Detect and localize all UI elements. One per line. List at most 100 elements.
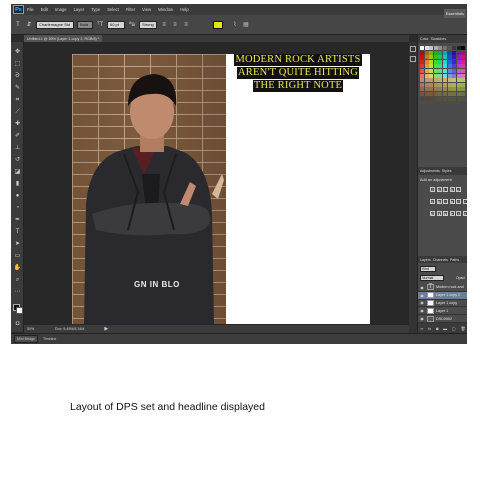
swatch-cell[interactable] [461, 82, 466, 87]
swatch-cell[interactable] [443, 59, 447, 64]
tab-layers[interactable]: Layers [420, 258, 431, 262]
swatch-cell[interactable] [429, 78, 434, 83]
pen-tool-icon[interactable]: ✒ [13, 216, 22, 224]
font-family-select[interactable]: Charlemagne Std [36, 20, 74, 29]
zoom-tool-icon[interactable]: ⌕ [13, 276, 22, 284]
align-right-icon[interactable]: ≡ [182, 21, 190, 29]
history-panel-icon[interactable] [410, 46, 416, 52]
swatch-cell[interactable] [461, 73, 466, 78]
swatch-cell[interactable] [452, 78, 457, 83]
swatch-cell[interactable] [443, 92, 447, 96]
quick-mask-icon[interactable]: ◘ [13, 320, 22, 328]
orientation-icon[interactable]: ⇵ [25, 21, 33, 29]
move-tool-icon[interactable]: ✥ [13, 48, 22, 56]
menu-view[interactable]: View [142, 7, 151, 12]
swatch-cell[interactable] [429, 82, 434, 87]
swatch-cell[interactable] [420, 59, 424, 64]
swatch-cell[interactable] [461, 59, 466, 64]
swatch-cell[interactable] [456, 50, 461, 55]
swatch-cell[interactable] [429, 69, 434, 73]
swatch-cell[interactable] [461, 64, 466, 69]
swatch-cell[interactable] [424, 82, 429, 87]
swatch-cell[interactable] [429, 46, 434, 50]
swatch-cell[interactable] [447, 82, 452, 87]
type-tool-icon[interactable]: T [14, 21, 22, 29]
eyedropper-tool-icon[interactable]: ⟋ [13, 108, 22, 116]
swatch-cell[interactable] [433, 87, 438, 92]
kind-filter-select[interactable]: Kind [420, 266, 436, 272]
swatch-cell[interactable] [456, 69, 461, 73]
swatch-cell[interactable] [438, 50, 443, 55]
swatch-cell[interactable] [433, 78, 438, 83]
swatch-cell[interactable] [429, 96, 434, 101]
swatch-cell[interactable] [429, 59, 434, 64]
swatch-cell[interactable] [420, 82, 424, 87]
align-center-icon[interactable]: ≡ [171, 21, 179, 29]
swatch-cell[interactable] [443, 69, 447, 73]
swatch-cell[interactable] [456, 64, 461, 69]
swatch-cell[interactable] [438, 87, 443, 92]
swatch-cell[interactable] [443, 78, 447, 83]
history-brush-icon[interactable]: ↺ [13, 156, 22, 164]
swatch-cell[interactable] [420, 96, 424, 101]
hand-tool-icon[interactable]: ✋ [13, 264, 22, 272]
swatch-cell[interactable] [461, 46, 466, 50]
swatch-cell[interactable] [438, 69, 443, 73]
swatch-cell[interactable] [447, 55, 452, 60]
swatch-cell[interactable] [456, 55, 461, 60]
swatch-cell[interactable] [456, 46, 461, 50]
swatch-cell[interactable] [447, 69, 452, 73]
swatch-cell[interactable] [429, 92, 434, 96]
workspace-switcher[interactable]: Essentials [443, 9, 466, 18]
swatch-cell[interactable] [424, 69, 429, 73]
swatch-cell[interactable] [433, 55, 438, 60]
swatch-cell[interactable] [461, 96, 466, 101]
swatch-cell[interactable] [420, 78, 424, 83]
swatch-cell[interactable] [424, 87, 429, 92]
tab-paths[interactable]: Paths [450, 258, 459, 262]
menu-layer[interactable]: Layer [74, 7, 84, 12]
swatch-cell[interactable] [452, 59, 457, 64]
gradient-tool-icon[interactable]: ▮ [13, 180, 22, 188]
add-mask-icon[interactable]: ◙ [436, 326, 438, 331]
swatch-cell[interactable] [447, 78, 452, 83]
swatch-cell[interactable] [443, 73, 447, 78]
text-color-swatch[interactable] [213, 20, 223, 29]
swatch-cell[interactable] [424, 64, 429, 69]
swatch-cell[interactable] [433, 50, 438, 55]
document-tab[interactable]: Untitled-1 @ 50% (Layer 1 copy 2, RGB/8)… [24, 35, 103, 42]
swatch-cell[interactable] [420, 50, 424, 55]
swatch-cell[interactable] [433, 59, 438, 64]
tab-adjustments[interactable]: Adjustments [420, 169, 440, 173]
new-layer-icon[interactable]: ▢ [452, 326, 456, 331]
eraser-tool-icon[interactable]: ◪ [13, 168, 22, 176]
adjustment-icon[interactable]: ▥ [462, 211, 467, 216]
adjustment-icon[interactable]: ◫ [456, 199, 461, 204]
swatch-cell[interactable] [452, 82, 457, 87]
adjustment-icon[interactable]: ◐ [443, 187, 448, 192]
swatch-cell[interactable] [456, 78, 461, 83]
swatch-cell[interactable] [438, 73, 443, 78]
more-tools-icon[interactable]: ⋯ [13, 288, 22, 296]
swatch-cell[interactable] [452, 50, 457, 55]
link-layers-icon[interactable]: ∞ [420, 326, 423, 331]
menu-window[interactable]: Window [158, 7, 173, 12]
swatch-cell[interactable] [429, 73, 434, 78]
swatch-cell[interactable] [433, 92, 438, 96]
tab-mini-bridge[interactable]: Mini Bridge [14, 335, 38, 343]
tab-timeline[interactable]: Timeline [41, 336, 58, 342]
swatch-cell[interactable] [433, 82, 438, 87]
swatch-cell[interactable] [443, 87, 447, 92]
swatch-cell[interactable] [424, 78, 429, 83]
swatch-cell[interactable] [429, 55, 434, 60]
swatch-cell[interactable] [447, 46, 452, 50]
visibility-eye-icon[interactable]: ◉ [419, 316, 425, 321]
swatch-cell[interactable] [452, 55, 457, 60]
lasso-tool-icon[interactable]: ᘐ [13, 72, 22, 80]
warp-text-icon[interactable]: ⌇ [231, 21, 239, 29]
swatch-cell[interactable] [438, 96, 443, 101]
layer-style-icon[interactable]: fx [428, 326, 431, 331]
visibility-eye-icon[interactable]: ◉ [419, 293, 425, 298]
zoom-level[interactable]: 50% [27, 327, 49, 331]
swatch-cell[interactable] [420, 55, 424, 60]
